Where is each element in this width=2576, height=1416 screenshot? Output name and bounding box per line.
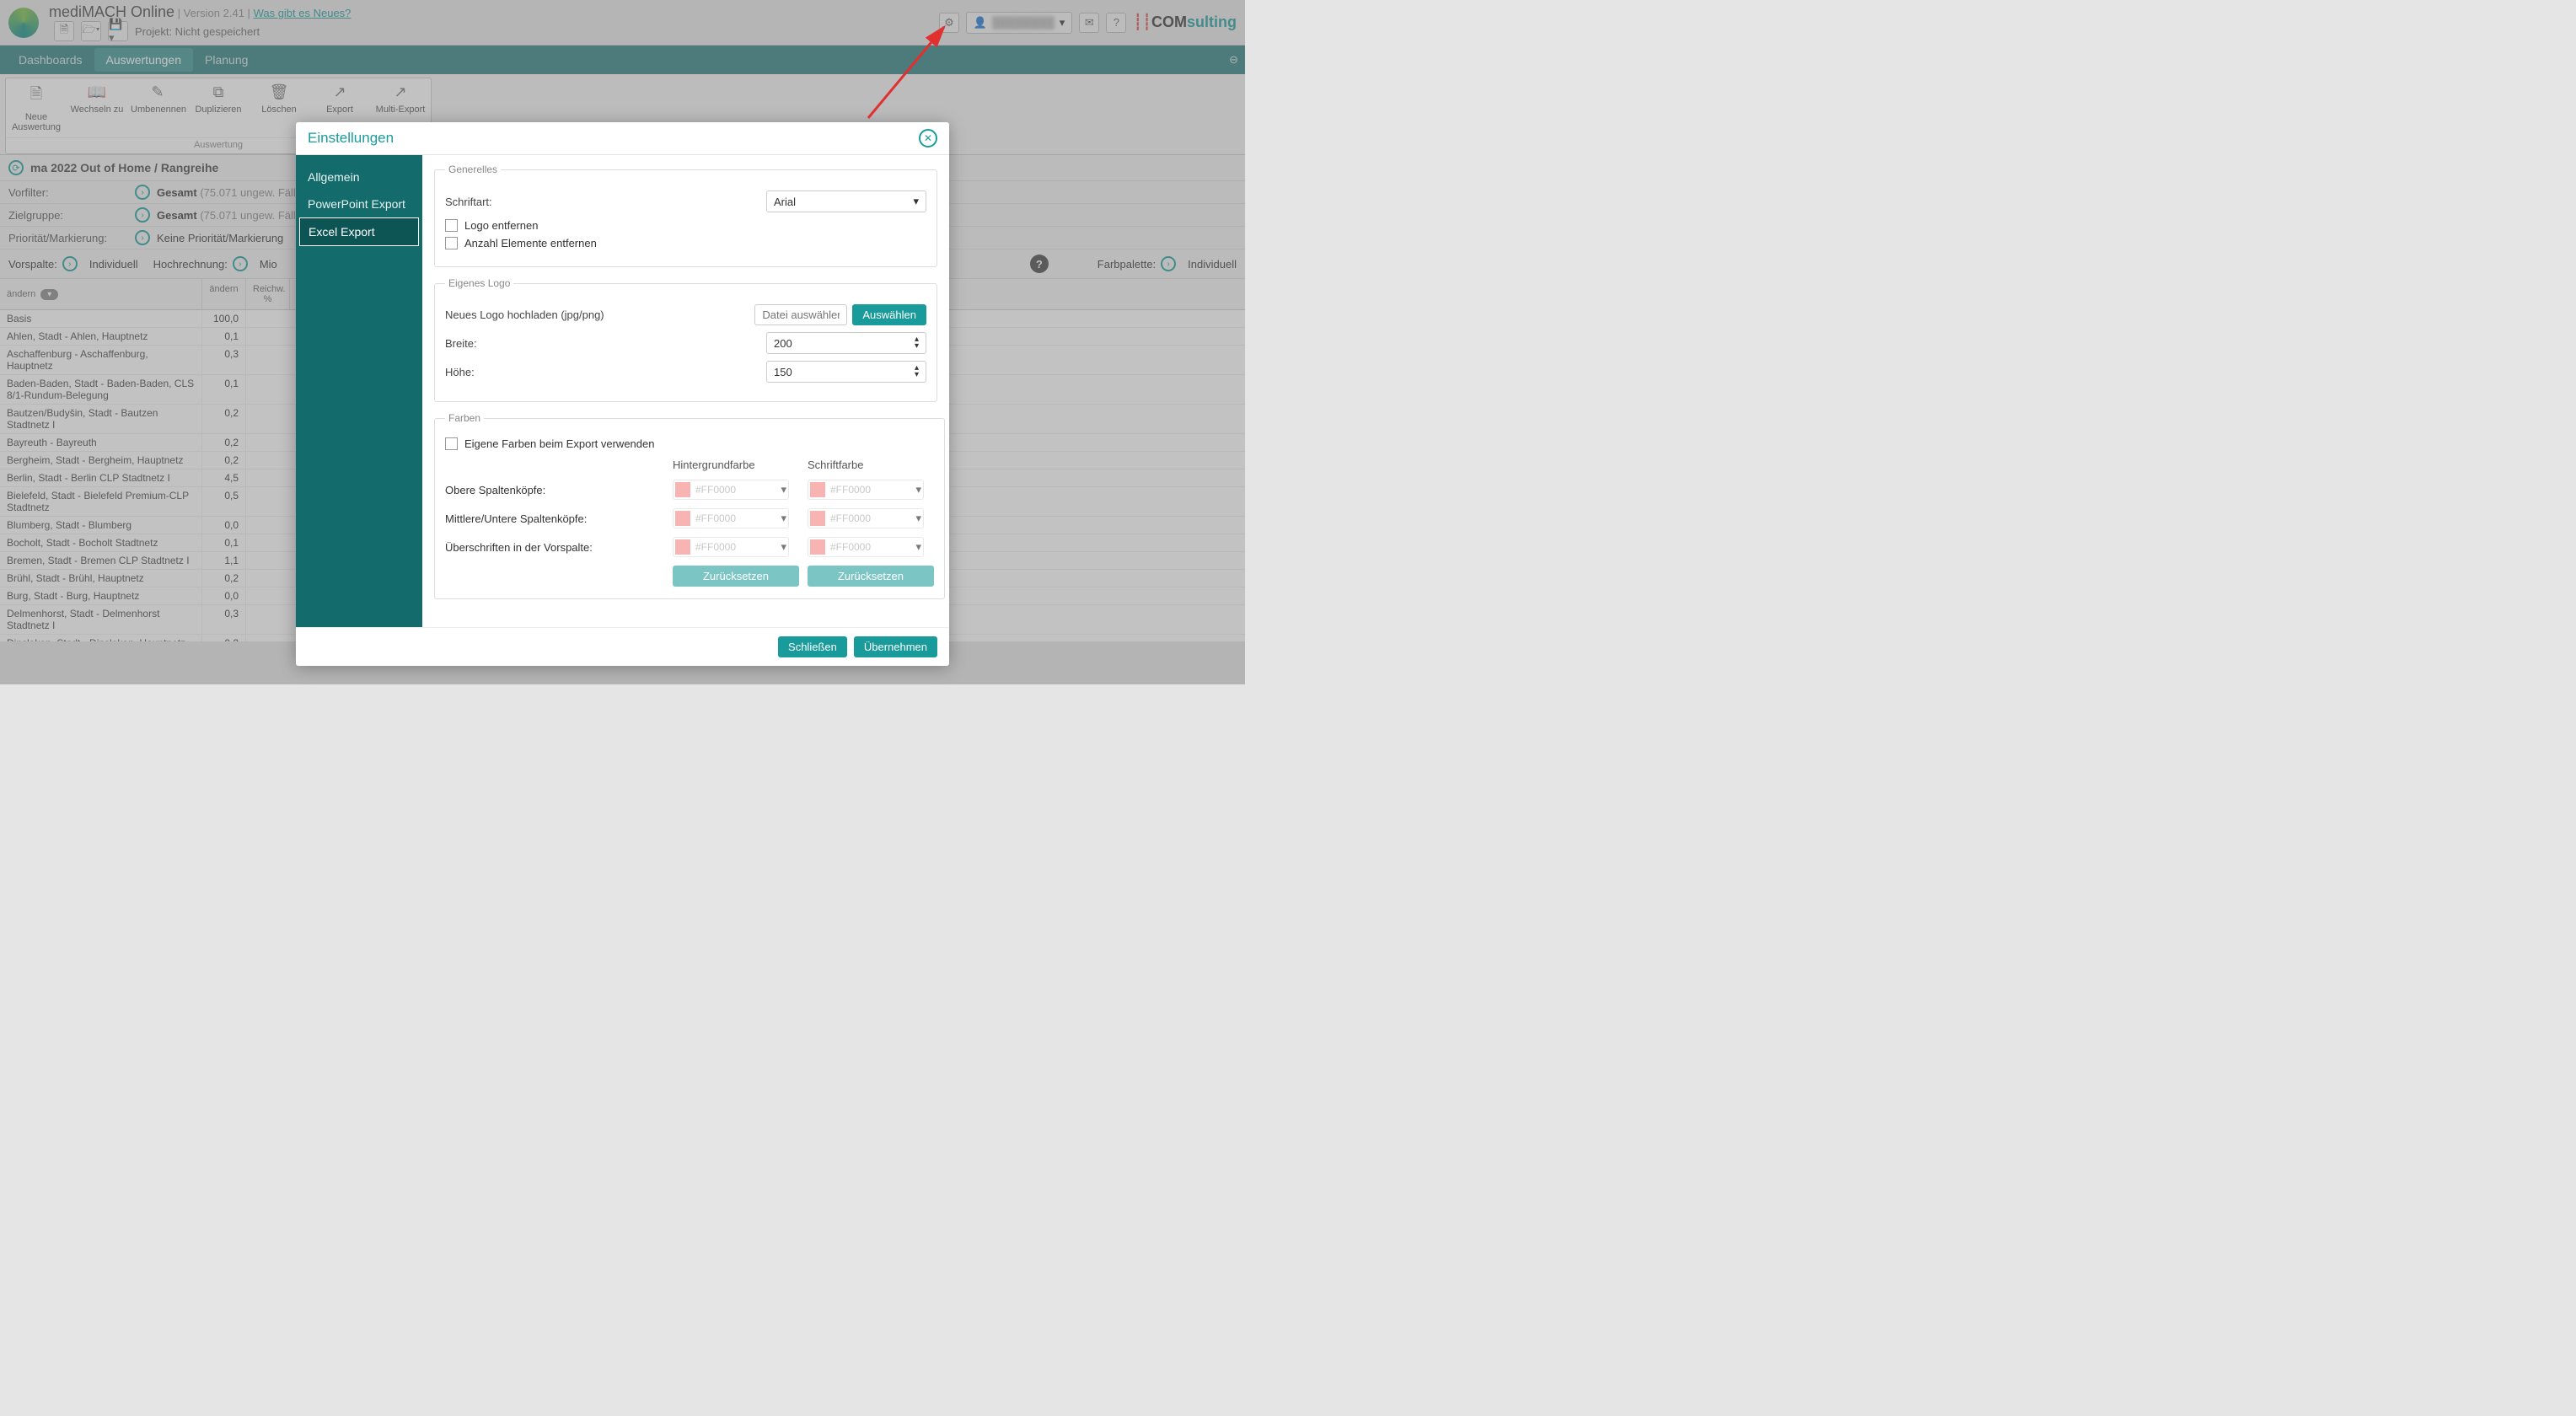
- remove-logo-checkbox[interactable]: [445, 219, 458, 232]
- chevron-down-icon: ▾: [915, 512, 921, 525]
- font-select[interactable]: Arial▾: [766, 190, 926, 212]
- own-colors-checkbox[interactable]: [445, 437, 458, 450]
- fieldset-general: Generelles Schriftart: Arial▾ Logo entfe…: [434, 164, 937, 267]
- font-color-3[interactable]: #FF0000▾: [808, 537, 924, 557]
- close-icon[interactable]: ✕: [919, 129, 937, 148]
- settings-modal: Einstellungen ✕ Allgemein PowerPoint Exp…: [296, 122, 949, 666]
- reset-bg-button[interactable]: Zurücksetzen: [673, 566, 799, 587]
- height-label: Höhe:: [445, 366, 664, 378]
- fieldset-colors: Farben Eigene Farben beim Export verwend…: [434, 412, 945, 599]
- file-input[interactable]: [754, 304, 847, 325]
- side-allgemein[interactable]: Allgemein: [299, 164, 419, 190]
- side-powerpoint[interactable]: PowerPoint Export: [299, 190, 419, 217]
- bg-color-3[interactable]: #FF0000▾: [673, 537, 789, 557]
- modal-sidebar: Allgemein PowerPoint Export Excel Export: [296, 155, 422, 627]
- remove-count-checkbox[interactable]: [445, 237, 458, 249]
- remove-count-label: Anzahl Elemente entfernen: [464, 237, 597, 249]
- font-color-1[interactable]: #FF0000▾: [808, 480, 924, 500]
- stepper-icon: ▴▾: [915, 365, 919, 378]
- bg-color-2[interactable]: #FF0000▾: [673, 508, 789, 528]
- bg-color-1[interactable]: #FF0000▾: [673, 480, 789, 500]
- font-color-2[interactable]: #FF0000▾: [808, 508, 924, 528]
- font-header: Schriftfarbe: [808, 459, 934, 471]
- font-label: Schriftart:: [445, 196, 664, 208]
- close-button[interactable]: Schließen: [778, 636, 847, 657]
- upload-label: Neues Logo hochladen (jpg/png): [445, 308, 664, 321]
- side-excel[interactable]: Excel Export: [299, 217, 419, 246]
- width-input[interactable]: 200▴▾: [766, 332, 926, 354]
- height-input[interactable]: 150▴▾: [766, 361, 926, 383]
- color-row3-label: Überschriften in der Vorspalte:: [445, 541, 664, 554]
- chevron-down-icon: ▾: [781, 483, 786, 496]
- bg-header: Hintergrundfarbe: [673, 459, 799, 471]
- chevron-down-icon: ▾: [915, 483, 921, 496]
- fieldset-logo: Eigenes Logo Neues Logo hochladen (jpg/p…: [434, 277, 937, 402]
- remove-logo-label: Logo entfernen: [464, 219, 538, 232]
- apply-button[interactable]: Übernehmen: [854, 636, 937, 657]
- width-label: Breite:: [445, 337, 664, 350]
- reset-font-button[interactable]: Zurücksetzen: [808, 566, 934, 587]
- chevron-down-icon: ▾: [781, 512, 786, 525]
- own-colors-label: Eigene Farben beim Export verwenden: [464, 437, 654, 450]
- chevron-down-icon: ▾: [913, 195, 919, 208]
- color-row1-label: Obere Spaltenköpfe:: [445, 484, 664, 496]
- chevron-down-icon: ▾: [781, 540, 786, 554]
- modal-title: Einstellungen: [308, 130, 394, 147]
- color-row2-label: Mittlere/Untere Spaltenköpfe:: [445, 512, 664, 525]
- stepper-icon: ▴▾: [915, 336, 919, 350]
- choose-file-button[interactable]: Auswählen: [852, 304, 926, 325]
- chevron-down-icon: ▾: [915, 540, 921, 554]
